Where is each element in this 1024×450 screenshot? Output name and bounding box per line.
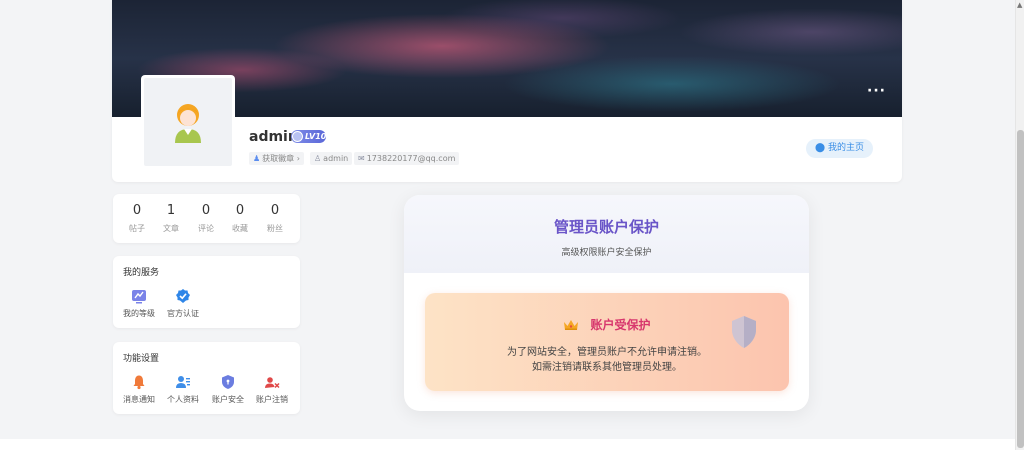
admin-protection-subtitle: 高级权限账户安全保护 (561, 248, 652, 258)
badge-icon: ♟ (253, 154, 261, 163)
admin-protection-title: 管理员账户保护 (553, 218, 659, 236)
my-services-title: 我的服务 (123, 268, 160, 278)
more-options-icon[interactable]: ··· (867, 84, 886, 98)
user-profile-icon (176, 376, 190, 388)
level-text: LV10 (305, 132, 327, 141)
scrollbar[interactable]: ▲ (1015, 0, 1024, 450)
email-tag: ✉ 1738220177@qq.com (354, 152, 460, 165)
badge-tag[interactable]: ♟ 获取徽章 › (249, 152, 304, 165)
my-services-card: 我的服务 我的等级 官方认证 (113, 256, 300, 328)
mail-icon: ✉ (358, 154, 365, 163)
account-tag: ♙ admin (310, 152, 353, 165)
verified-badge-icon (176, 289, 190, 303)
account-security-item[interactable]: 账户安全 (206, 374, 250, 405)
protection-notice-line2: 如需注销请联系其他管理员处理。 (532, 362, 682, 373)
my-level-item[interactable]: 我的等级 (117, 288, 161, 319)
protection-notice: 账户受保护 为了网站安全，管理员账户不允许申请注销。 如需注销请联系其他管理员处… (425, 293, 789, 391)
stat-articles[interactable]: 1 文章 (154, 203, 188, 234)
stats-card: 0 帖子 1 文章 0 评论 0 收藏 0 粉丝 (113, 194, 300, 243)
location-pin-icon: ⬤ (815, 143, 826, 153)
avatar-person-icon (175, 104, 201, 143)
scroll-up-arrow-icon[interactable]: ▲ (1017, 2, 1022, 9)
scrollbar-thumb[interactable] (1017, 130, 1024, 448)
chevron-right-icon: › (296, 154, 300, 163)
shield-icon (222, 375, 234, 389)
avatar[interactable] (141, 75, 235, 169)
account-deletion-item[interactable]: 账户注销 (250, 374, 294, 405)
crown-icon (564, 319, 579, 330)
user-icon: ♙ (314, 154, 322, 163)
admin-protection-header: 管理员账户保护 高级权限账户安全保护 (404, 195, 809, 273)
function-settings-title: 功能设置 (123, 354, 160, 364)
user-remove-icon (265, 377, 280, 389)
my-homepage-button[interactable]: ⬤ 我的主页 (806, 139, 873, 158)
admin-protection-card: 管理员账户保护 高级权限账户安全保护 账户受保护 为了网站安全，管理员账户不允许… (404, 195, 809, 411)
protection-notice-title: 账户受保护 (590, 318, 651, 332)
page-bottom-strip (0, 439, 1015, 450)
shield-decoration-icon (732, 316, 756, 348)
bell-icon (133, 375, 145, 390)
notifications-item[interactable]: 消息通知 (117, 374, 161, 405)
stat-comments[interactable]: 0 评论 (189, 203, 223, 234)
function-settings-card: 功能设置 消息通知 个人资料 账户安全 账户注销 (113, 342, 300, 414)
level-chart-icon (132, 290, 146, 304)
stat-favorites[interactable]: 0 收藏 (223, 203, 257, 234)
profile-header: ··· admin LV10 ♟ 获取徽章 › ♙ admin ✉ 173822017… (112, 0, 902, 182)
level-badge-icon (292, 131, 303, 142)
profile-item[interactable]: 个人资料 (161, 374, 205, 405)
stat-followers[interactable]: 0 粉丝 (258, 203, 292, 234)
stat-posts[interactable]: 0 帖子 (120, 203, 154, 234)
level-badge: LV10 (291, 130, 326, 143)
official-verify-item[interactable]: 官方认证 (161, 288, 205, 319)
